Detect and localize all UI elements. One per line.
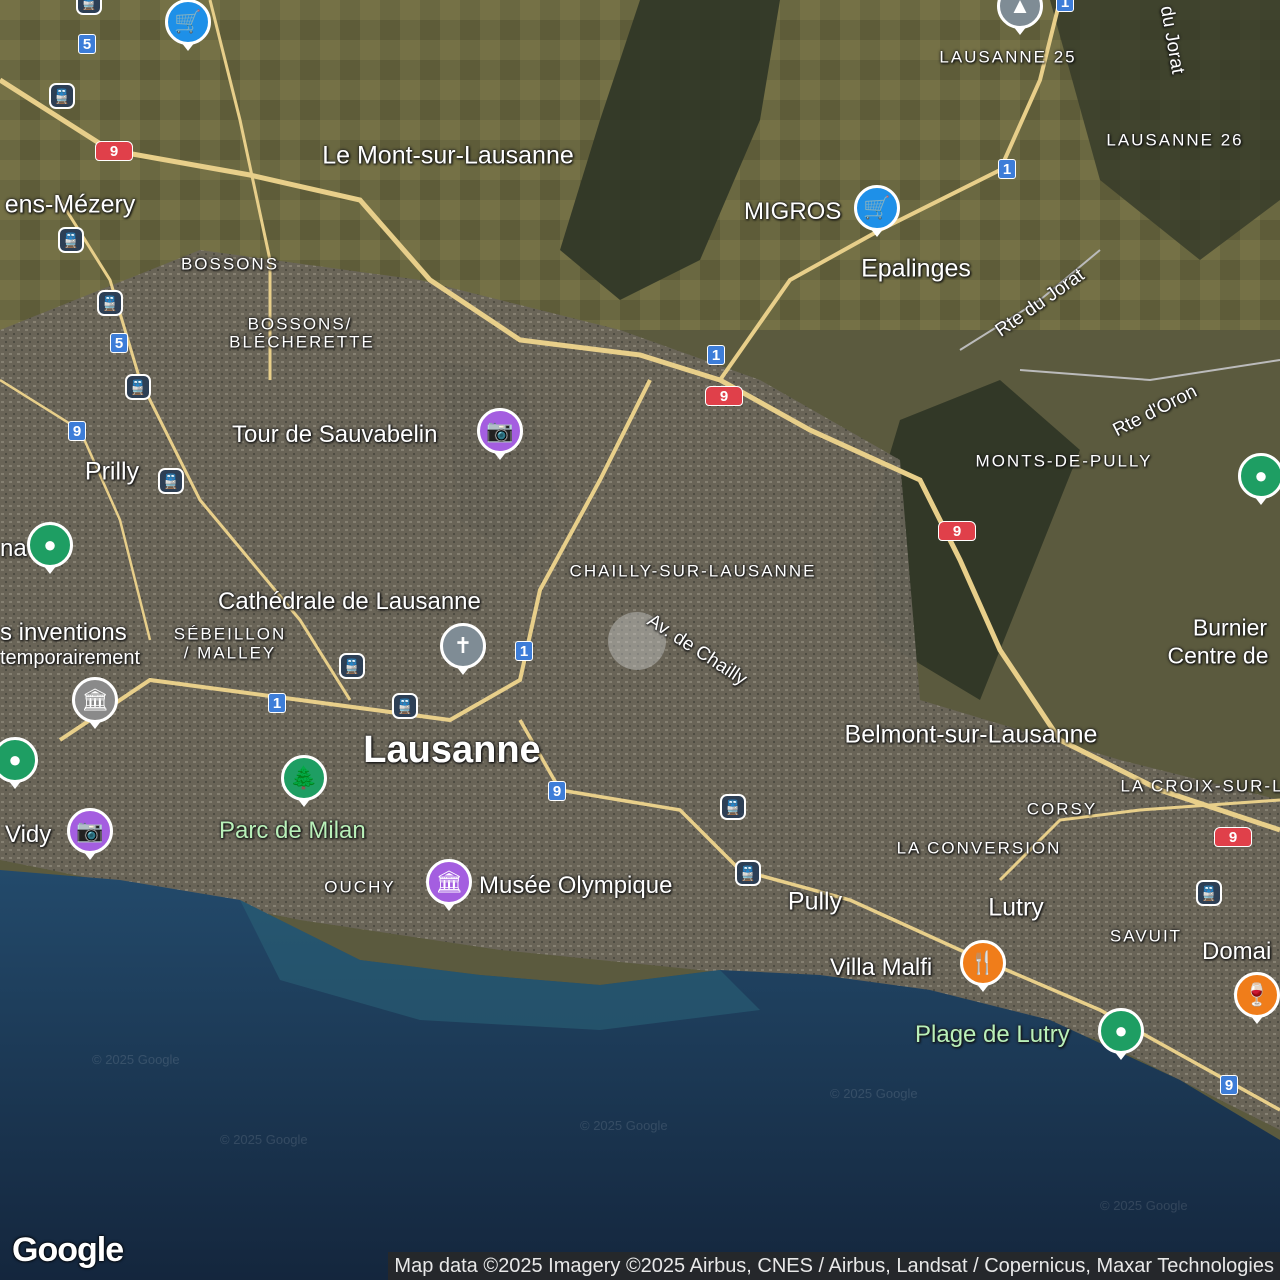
watermark: © 2025 Google (580, 1118, 668, 1133)
district-label: BOSSONS/ (247, 314, 353, 334)
place-label-pully[interactable]: Pully (788, 889, 842, 915)
place-label-prilly[interactable]: Prilly (85, 459, 139, 485)
museum-icon[interactable]: 🏛 (72, 677, 118, 723)
place-label-epalinges[interactable]: Epalinges (861, 256, 971, 282)
poi-label-musee-olympique[interactable]: Musée Olympique (479, 874, 672, 898)
watermark: © 2025 Google (1100, 1198, 1188, 1213)
route-shield-1: 1 (998, 159, 1016, 179)
route-shield-9: 9 (705, 386, 743, 406)
poi-label-ma[interactable]: na (0, 537, 27, 561)
cross-icon[interactable]: ✝ (440, 623, 486, 669)
district-label: CHAILLY-SUR-LAUSANNE (569, 561, 817, 581)
place-label-burnier[interactable]: Burnier (1193, 616, 1267, 640)
place-label-romanel[interactable]: ens-Mézery (5, 192, 136, 218)
route-shield-9: 9 (1214, 827, 1252, 847)
district-label: LA CROIX-SUR-L (1120, 776, 1280, 796)
poi-label-sauvabelin[interactable]: Tour de Sauvabelin (232, 423, 437, 447)
poi-label-inventions-note: temporairement (0, 647, 141, 669)
watermark: © 2025 Google (830, 1086, 918, 1101)
train-station-icon[interactable]: 🚆 (97, 290, 123, 316)
train-station-icon[interactable]: 🚆 (158, 468, 184, 494)
satellite-map[interactable]: © 2025 Google © 2025 Google © 2025 Googl… (0, 0, 1280, 1280)
district-label: BOSSONS (180, 254, 280, 274)
district-label: MONTS-DE-PULLY (975, 451, 1153, 471)
train-station-icon[interactable]: 🚆 (76, 0, 102, 15)
route-shield-9: 9 (548, 781, 566, 801)
poi-label-migros[interactable]: MIGROS (744, 200, 841, 224)
park-icon[interactable]: ● (27, 522, 73, 568)
district-label: BLÉCHERETTE (229, 332, 375, 352)
train-station-icon[interactable]: 🚆 (735, 860, 761, 886)
route-shield-1: 1 (707, 345, 725, 365)
museum-icon[interactable]: 🏛 (426, 859, 472, 905)
park-icon[interactable]: ● (1098, 1008, 1144, 1054)
train-station-icon[interactable]: 🚆 (392, 693, 418, 719)
district-label: / MALLEY (183, 643, 277, 663)
google-logo: Google (12, 1231, 124, 1269)
place-label-le-mont[interactable]: Le Mont-sur-Lausanne (322, 143, 574, 169)
watermark: © 2025 Google (92, 1052, 180, 1067)
train-station-icon[interactable]: 🚆 (49, 83, 75, 109)
route-shield-9: 9 (938, 521, 976, 541)
district-label: CORSY (1026, 799, 1098, 819)
district-label: LAUSANNE 26 (1106, 130, 1244, 150)
train-station-icon[interactable]: 🚆 (58, 227, 84, 253)
district-label: LAUSANNE 25 (939, 47, 1077, 67)
train-station-icon[interactable]: 🚆 (720, 794, 746, 820)
poi-label-inventions[interactable]: s inventions (0, 621, 127, 645)
train-station-icon[interactable]: 🚆 (339, 653, 365, 679)
train-station-icon[interactable]: 🚆 (1196, 880, 1222, 906)
camera-icon[interactable]: 📷 (477, 408, 523, 454)
place-label-lausanne[interactable]: Lausanne (363, 731, 540, 769)
route-shield-5: 5 (78, 34, 96, 54)
district-label: LA CONVERSION (896, 838, 1062, 858)
poi-label-domai[interactable]: Domai (1202, 940, 1271, 964)
shopping-cart-icon[interactable]: 🛒 (854, 185, 900, 231)
route-shield-9: 9 (95, 141, 133, 161)
poi-label-cathedrale[interactable]: Cathédrale de Lausanne (218, 590, 481, 614)
route-shield-1: 1 (515, 641, 533, 661)
train-station-icon[interactable]: 🚆 (125, 374, 151, 400)
poi-label-plage-lutry[interactable]: Plage de Lutry (915, 1023, 1070, 1047)
route-shield-9: 9 (1220, 1075, 1238, 1095)
wine-icon[interactable]: 🍷 (1234, 972, 1280, 1018)
district-label: OUCHY (324, 877, 396, 897)
tree-icon[interactable]: 🌲 (281, 755, 327, 801)
route-shield-1: 1 (1056, 0, 1074, 12)
route-shield-5: 5 (110, 333, 128, 353)
map-attribution[interactable]: Map data ©2025 Imagery ©2025 Airbus, CNE… (388, 1252, 1280, 1280)
restaurant-icon[interactable]: 🍴 (960, 940, 1006, 986)
district-label: SAVUIT (1109, 926, 1183, 946)
place-label-centre[interactable]: Centre de (1167, 644, 1268, 668)
district-label: SÉBEILLON (173, 624, 287, 644)
poi-label-parc-milan[interactable]: Parc de Milan (219, 819, 366, 843)
shopping-cart-icon[interactable]: 🛒 (165, 0, 211, 45)
camera-icon[interactable]: 📷 (67, 808, 113, 854)
watermark: © 2025 Google (220, 1132, 308, 1147)
place-label-belmont[interactable]: Belmont-sur-Lausanne (845, 722, 1098, 748)
place-label-lutry[interactable]: Lutry (988, 895, 1044, 921)
park-icon[interactable]: ● (1238, 453, 1280, 499)
route-shield-1: 1 (268, 693, 286, 713)
poi-label-villa-malfi[interactable]: Villa Malfi (830, 956, 932, 980)
route-shield-9: 9 (68, 421, 86, 441)
poi-label-vidy[interactable]: Vidy (5, 823, 51, 847)
